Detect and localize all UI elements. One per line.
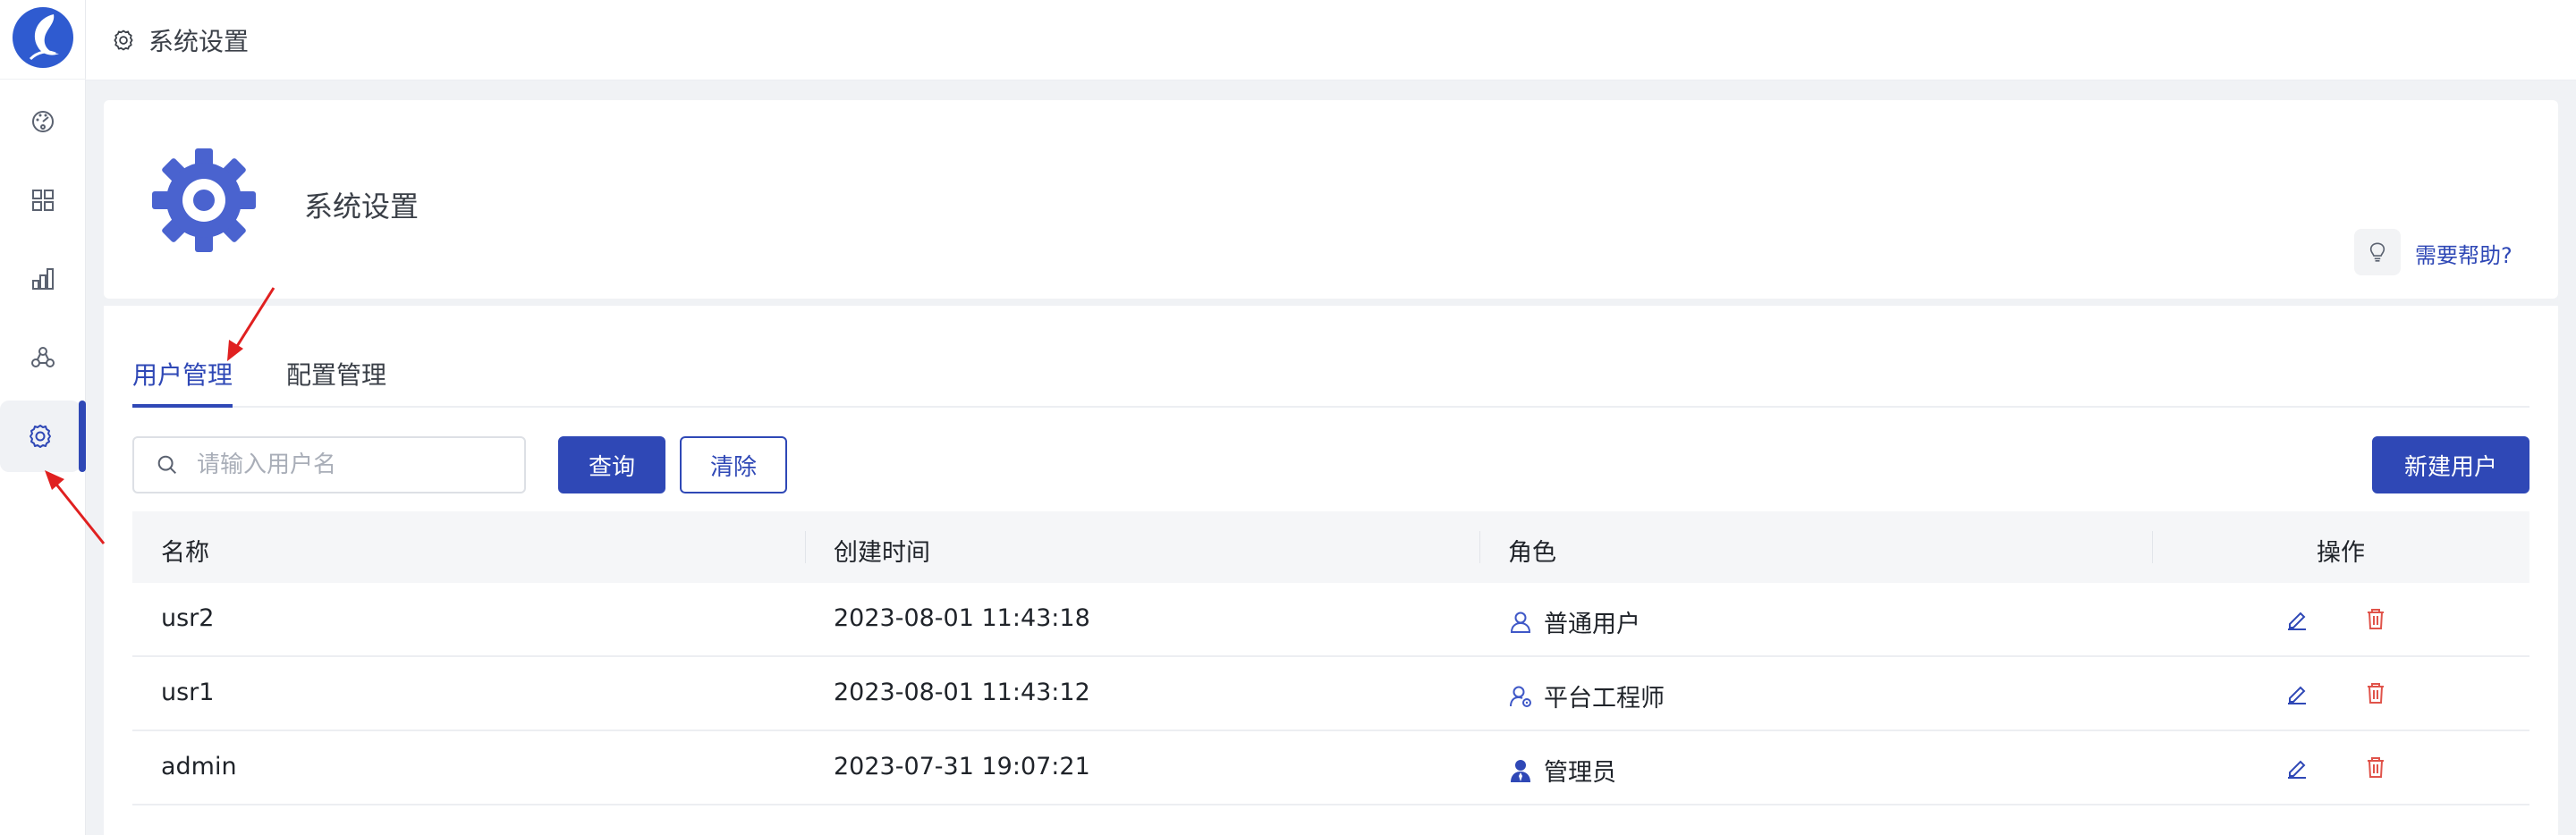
tabs: 用户管理 配置管理 (132, 306, 2529, 408)
edit-icon[interactable] (2284, 755, 2309, 780)
role-label: 普通用户 (1544, 611, 1640, 638)
query-button[interactable]: 查询 (558, 436, 665, 493)
dashboard-icon (32, 111, 54, 132)
sidebar-active-indicator (79, 401, 86, 472)
sidebar-divider (0, 79, 86, 80)
cell-name: usr1 (161, 679, 215, 706)
sidebar-item-apps[interactable] (0, 164, 86, 236)
bar-chart-icon (32, 268, 54, 290)
cell-created: 2023-07-31 19:07:21 (834, 753, 1090, 780)
sidebar (0, 0, 86, 835)
sidebar-item-settings[interactable] (0, 401, 80, 472)
search-icon (157, 455, 177, 475)
sidebar-item-statistics[interactable] (0, 243, 86, 315)
column-header-actions: 操作 (2317, 539, 2365, 567)
top-bar: 系统设置 (86, 0, 2576, 80)
column-header-role: 角色 (1508, 539, 1556, 567)
admin-user-icon (1511, 759, 1530, 782)
delete-icon[interactable] (2363, 606, 2388, 631)
page-title: 系统设置 (304, 190, 419, 224)
role-label: 管理员 (1544, 759, 1616, 787)
column-header-created: 创建时间 (834, 539, 930, 567)
search-input[interactable] (197, 451, 519, 478)
clear-button[interactable]: 清除 (680, 436, 787, 493)
cell-role: 普通用户 (1508, 604, 1640, 639)
sidebar-item-dashboard[interactable] (0, 86, 86, 157)
annotation-arrow (227, 287, 275, 361)
new-user-button[interactable]: 新建用户 (2372, 436, 2529, 493)
help-link[interactable]: 需要帮助? (2415, 238, 2512, 269)
user-outline-icon (1510, 611, 1531, 633)
sidebar-item-cluster[interactable] (0, 322, 86, 393)
cluster-icon (31, 347, 55, 367)
app-logo[interactable] (11, 5, 75, 70)
search-field[interactable] (132, 436, 526, 493)
column-divider (1479, 531, 1480, 563)
table-header: 名称 创建时间 角色 操作 (132, 511, 2529, 583)
column-divider (805, 531, 806, 563)
breadcrumb-title: 系统设置 (148, 26, 250, 56)
cell-role: 管理员 (1508, 753, 1616, 788)
settings-icon (114, 30, 133, 50)
users-table: 名称 创建时间 角色 操作 usr2 2023-08-01 11:43:18 普… (132, 511, 2529, 805)
user-management-panel: 用户管理 配置管理 查询 清除 新建用户 名称 创建时间 角色 操作 usr2 … (104, 306, 2558, 835)
column-header-name: 名称 (161, 539, 209, 567)
table-row: usr2 2023-08-01 11:43:18 普通用户 (132, 583, 2529, 657)
cell-name: usr2 (161, 604, 215, 632)
cell-created: 2023-08-01 11:43:18 (834, 604, 1090, 632)
delete-icon[interactable] (2363, 680, 2388, 705)
delete-icon[interactable] (2363, 755, 2388, 780)
apps-grid-icon (32, 190, 54, 211)
page-header-card: 系统设置 需要帮助? (104, 100, 2558, 299)
edit-icon[interactable] (2284, 606, 2309, 631)
role-label: 平台工程师 (1544, 685, 1665, 713)
gear-icon (152, 148, 256, 252)
annotation-arrow (45, 470, 106, 544)
help-button[interactable] (2354, 229, 2401, 275)
edit-icon[interactable] (2284, 680, 2309, 705)
cell-role: 平台工程师 (1508, 679, 1665, 713)
tab-user-management[interactable]: 用户管理 (132, 356, 233, 408)
tab-config-management[interactable]: 配置管理 (286, 356, 386, 404)
table-row: usr1 2023-08-01 11:43:12 平台工程师 (132, 657, 2529, 731)
settings-icon (30, 425, 51, 448)
lightbulb-icon (2369, 242, 2385, 262)
cell-created: 2023-08-01 11:43:12 (834, 679, 1090, 706)
column-divider (2152, 531, 2153, 563)
cell-name: admin (161, 753, 237, 780)
user-gear-icon (1510, 686, 1531, 707)
table-row: admin 2023-07-31 19:07:21 管理员 (132, 731, 2529, 805)
